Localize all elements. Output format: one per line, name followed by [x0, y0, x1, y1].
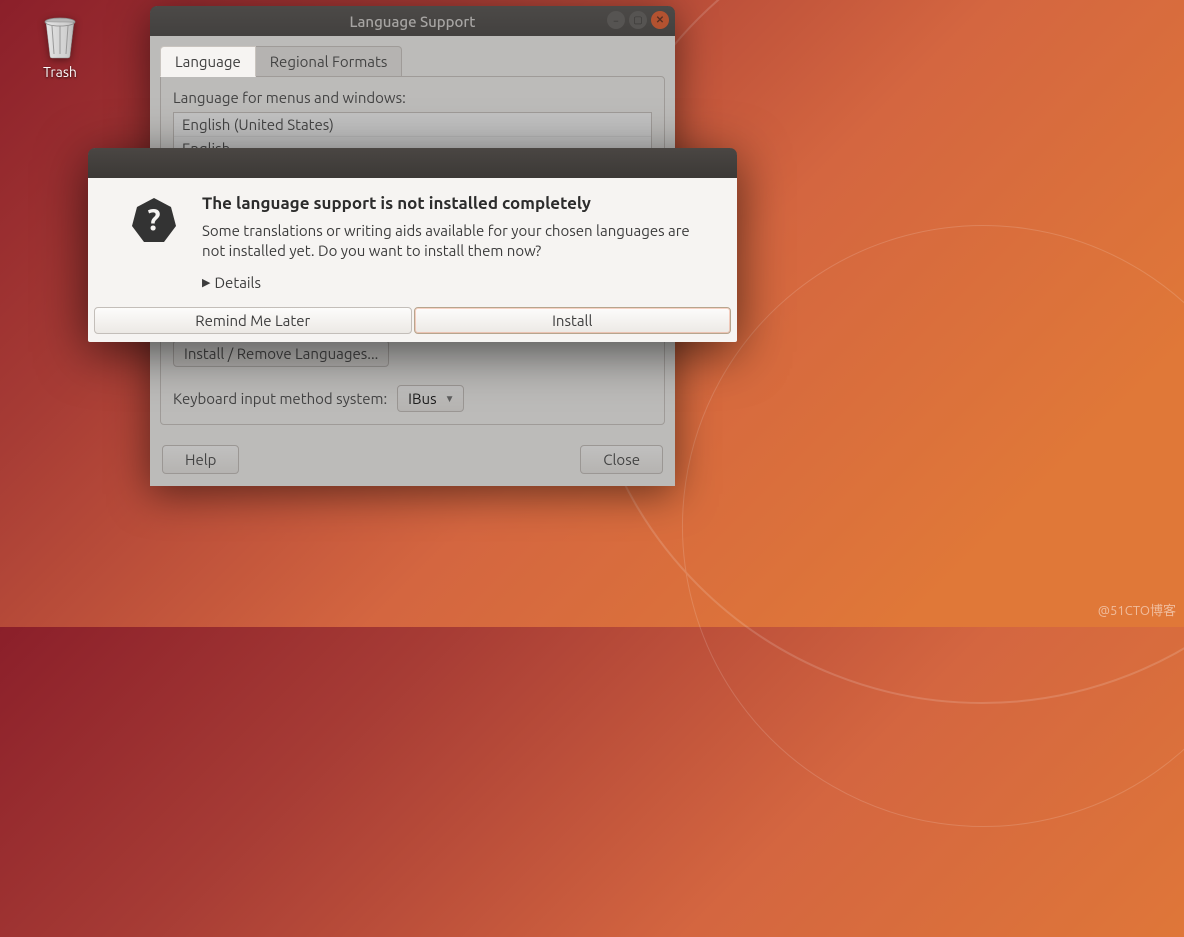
install-button[interactable]: Install	[414, 307, 732, 334]
keyboard-input-value: IBus	[408, 390, 436, 407]
svg-text:?: ?	[147, 202, 160, 236]
details-toggle[interactable]: ▶ Details	[202, 274, 261, 291]
dialog-heading: The language support is not installed co…	[202, 194, 709, 213]
tabs: Language Regional Formats	[160, 46, 665, 77]
dialog-body-text: Some translations or writing aids availa…	[202, 221, 709, 262]
window-title: Language Support	[350, 13, 476, 30]
tab-regional-formats[interactable]: Regional Formats	[256, 46, 403, 77]
titlebar[interactable]: Language Support − ▢ ✕	[150, 6, 675, 36]
close-button[interactable]: Close	[580, 445, 663, 474]
install-language-support-dialog: ? The language support is not installed …	[88, 148, 737, 342]
trash-label: Trash	[32, 64, 88, 80]
watermark: @51CTO博客	[1098, 600, 1176, 619]
keyboard-label: Keyboard input method system:	[173, 390, 387, 407]
chevron-down-icon: ▼	[445, 393, 455, 405]
details-label: Details	[214, 274, 261, 291]
dialog-titlebar[interactable]	[88, 148, 737, 178]
help-button[interactable]: Help	[162, 445, 239, 474]
keyboard-input-select[interactable]: IBus ▼	[397, 385, 463, 412]
trash-icon	[40, 12, 80, 60]
close-window-button[interactable]: ✕	[651, 11, 669, 29]
maximize-button[interactable]: ▢	[629, 11, 647, 29]
question-icon: ?	[128, 194, 180, 291]
triangle-right-icon: ▶	[202, 276, 210, 289]
list-item[interactable]: English (United States)	[174, 113, 651, 137]
trash-desktop-icon[interactable]: Trash	[32, 12, 88, 80]
minimize-button[interactable]: −	[607, 11, 625, 29]
tab-language[interactable]: Language	[160, 46, 256, 77]
remind-me-later-button[interactable]: Remind Me Later	[94, 307, 412, 334]
install-remove-languages-button[interactable]: Install / Remove Languages...	[173, 340, 389, 367]
menus-label: Language for menus and windows:	[173, 89, 652, 106]
